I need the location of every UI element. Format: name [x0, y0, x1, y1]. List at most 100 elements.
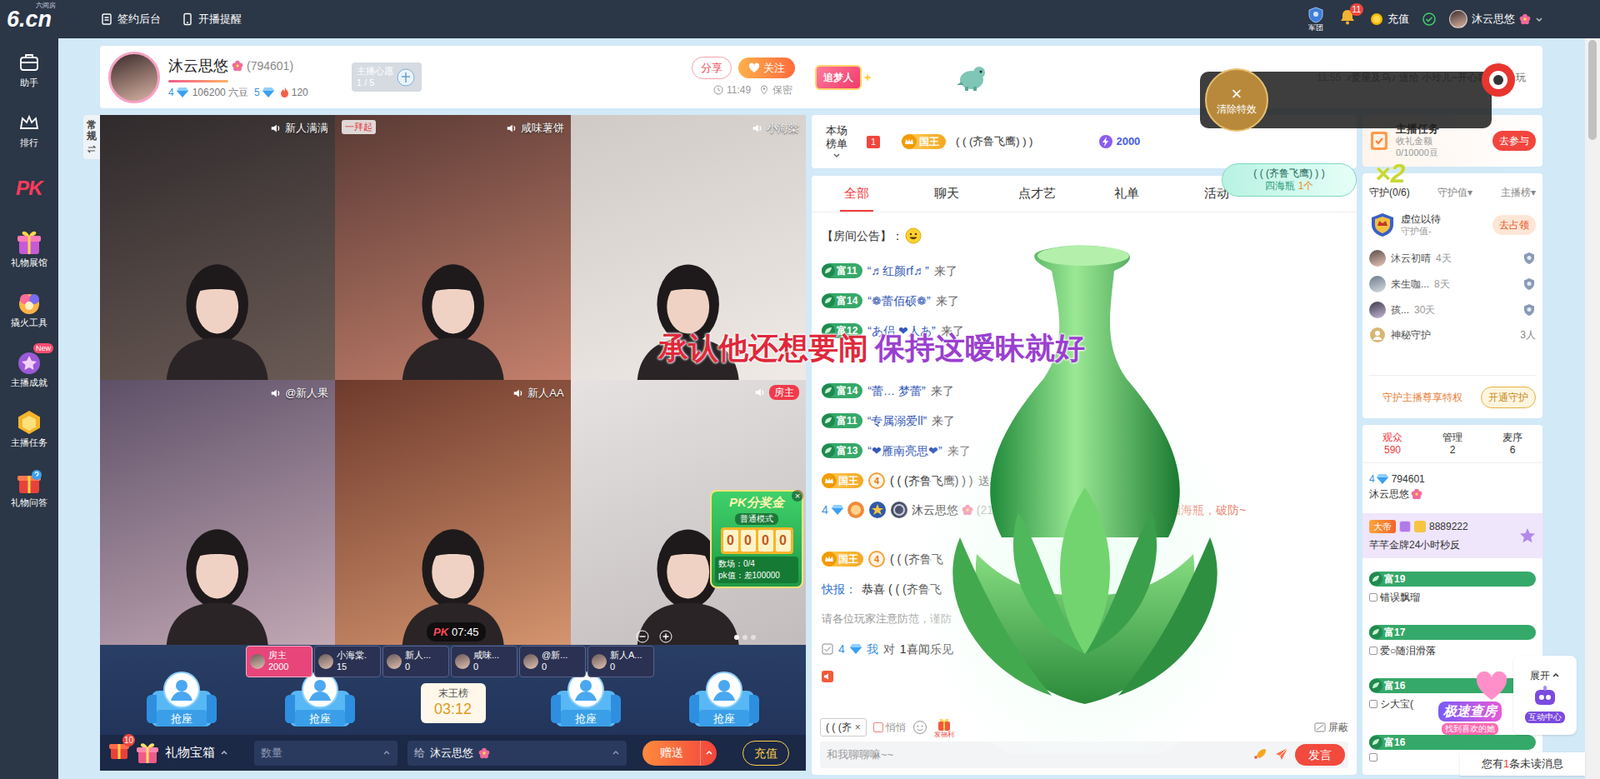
- message-user[interactable]: ( ( (齐鲁飞鹰) ) ): [890, 472, 974, 490]
- sidebar-item[interactable]: PK: [0, 161, 59, 215]
- quiet-label[interactable]: 悄悄: [885, 720, 906, 735]
- anchor-avatar[interactable]: [108, 51, 160, 104]
- sidebar-item[interactable]: 主播成就New: [0, 341, 59, 395]
- video-tile[interactable]: 小海棠: [570, 115, 806, 380]
- sidebar-label[interactable]: 主播成就: [10, 378, 48, 388]
- user-avatar[interactable]: [1449, 10, 1468, 29]
- mystery-guard[interactable]: 神秘守护3人: [1369, 322, 1536, 348]
- legion-button[interactable]: 军团: [1306, 6, 1325, 32]
- message-user[interactable]: “❤雁南亮思❤”: [867, 442, 942, 460]
- chat-tab-label[interactable]: 活动: [1204, 184, 1230, 204]
- gift-box-button[interactable]: 10: [108, 739, 130, 767]
- seat[interactable]: 抢座: [685, 670, 763, 730]
- pager-dot[interactable]: [734, 635, 740, 640]
- logo-text[interactable]: 6.cn: [6, 8, 52, 31]
- sidebar-label[interactable]: 主播任务: [10, 438, 48, 448]
- sidebar-item[interactable]: 礼物展馆: [0, 221, 59, 275]
- audience-tab[interactable]: 观众590: [1362, 425, 1423, 463]
- mode-tab[interactable]: 常规: [83, 115, 100, 160]
- follow-label[interactable]: 关注: [763, 60, 785, 77]
- join-task-button[interactable]: 去参与: [1492, 130, 1536, 151]
- seat-label[interactable]: 抢座: [143, 710, 220, 728]
- logo-subtitle[interactable]: 六间房: [35, 2, 56, 10]
- pk-prize-close[interactable]: ×: [791, 490, 804, 502]
- message-user[interactable]: “♬红颜rf♬”: [867, 262, 930, 280]
- recharge-label[interactable]: 充值: [1387, 10, 1410, 28]
- pager-dot[interactable]: [742, 635, 748, 640]
- sidebar-item[interactable]: 主播任务: [0, 401, 59, 455]
- guard-tab[interactable]: 守护值▾: [1437, 185, 1473, 200]
- message-user[interactable]: 我: [866, 640, 879, 659]
- chat-tab[interactable]: 礼单: [1081, 175, 1172, 212]
- last-rank[interactable]: 末王榜03:12: [420, 683, 486, 724]
- scrollbar-thumb[interactable]: [1588, 40, 1597, 140]
- audience-user[interactable]: 富19错误飘瑠: [1362, 561, 1543, 615]
- video-tile[interactable]: 新人满满: [100, 115, 335, 380]
- audience-tab-label[interactable]: 管理: [1442, 431, 1463, 445]
- sidebar-item[interactable]: 礼物问答: [0, 461, 59, 515]
- gift-box[interactable]: 10礼物宝箱: [108, 739, 240, 767]
- message-user[interactable]: 沐云思悠: [911, 501, 959, 519]
- expand-toggle[interactable]: 展开: [1530, 668, 1560, 684]
- interaction-label[interactable]: 互动中心: [1525, 711, 1565, 724]
- seat[interactable]: 抢座: [143, 670, 220, 730]
- quick-room-title[interactable]: 极速查房: [1438, 701, 1502, 722]
- seat-label[interactable]: 抢座: [685, 710, 763, 728]
- seat-label[interactable]: 抢座: [547, 710, 625, 728]
- anchor-name[interactable]: 沐云思悠: [168, 55, 229, 78]
- pk-logo-label[interactable]: PK: [15, 178, 43, 199]
- user-name[interactable]: 错误飘瑠: [1380, 590, 1420, 605]
- occupy-button[interactable]: 去占领: [1492, 215, 1536, 235]
- welfare-label[interactable]: 发福利: [934, 731, 955, 739]
- share-button[interactable]: 分享: [691, 56, 732, 80]
- user-name[interactable]: シ大宝(: [1380, 696, 1414, 712]
- seat-label[interactable]: 抢座: [281, 710, 359, 728]
- target-chip[interactable]: ( ( (齐×: [820, 718, 867, 737]
- audience-tab[interactable]: 管理2: [1422, 425, 1483, 463]
- guard-tab[interactable]: 守护(0/6): [1369, 185, 1410, 200]
- audience-tab-label[interactable]: 麦序: [1502, 431, 1523, 445]
- quantity-input[interactable]: [260, 745, 383, 762]
- audience-tab[interactable]: 麦序6: [1482, 425, 1543, 463]
- video-tile[interactable]: 新人AA: [335, 380, 570, 645]
- video-tile[interactable]: 咸味薯饼一拜起: [335, 115, 570, 380]
- guard-member[interactable]: 孩...30天: [1369, 296, 1536, 323]
- dream-badge[interactable]: 追梦人: [815, 65, 872, 90]
- chat-input[interactable]: [826, 746, 1247, 764]
- message-user[interactable]: “あ侣 ❤人あ”: [867, 322, 935, 340]
- pk-score-item[interactable]: 咸味...0: [450, 645, 518, 678]
- chat-tab-label[interactable]: 全部: [844, 184, 870, 204]
- send-button[interactable]: 赠送: [642, 740, 717, 766]
- mode-tab-label[interactable]: 常规: [86, 120, 97, 142]
- expand-label[interactable]: 展开: [1530, 668, 1550, 684]
- sidebar-label[interactable]: 助手: [20, 78, 39, 88]
- sidebar-label[interactable]: 撬火工具: [10, 318, 48, 328]
- sidebar-item[interactable]: 撬火工具: [0, 281, 59, 335]
- anchor-wish[interactable]: 主播心愿1 / 5: [351, 62, 422, 93]
- video-tile[interactable]: @新人果: [100, 380, 335, 645]
- top-link[interactable]: 签约后台: [100, 10, 161, 28]
- welfare-button[interactable]: 发福利: [934, 716, 955, 739]
- open-guard-button[interactable]: 开通守护: [1480, 386, 1536, 409]
- notification-bell[interactable]: 11: [1338, 7, 1357, 32]
- top-link-label[interactable]: 开播提醒: [198, 10, 242, 28]
- message-user[interactable]: ( ( (齐鲁飞: [890, 550, 944, 569]
- site-logo[interactable]: 6.cn六间房: [0, 0, 59, 39]
- recipient-field[interactable]: 给沐云思悠: [407, 740, 627, 766]
- pk-prize-widget[interactable]: ×PK分奖金普通模式0000数场：0/4pk值：差100000: [710, 490, 804, 589]
- recharge-button[interactable]: 充值: [742, 740, 790, 766]
- recharge-link[interactable]: 充值: [1370, 10, 1410, 28]
- ranking-user[interactable]: ( ( (齐鲁飞鹰) ) ): [955, 133, 1033, 150]
- recipient-name[interactable]: 沐云思悠: [430, 745, 474, 762]
- audience-user[interactable]: 4794601沐云思悠: [1362, 463, 1543, 510]
- seat[interactable]: 抢座: [547, 670, 625, 730]
- pk-score-item[interactable]: 新人A...0: [587, 645, 655, 678]
- clear-effect-button[interactable]: ×清除特效: [1205, 68, 1269, 132]
- quiet-toggle[interactable]: 悄悄: [873, 720, 906, 735]
- ranking-label[interactable]: 本场榜单: [823, 124, 850, 152]
- seat[interactable]: 抢座: [281, 670, 359, 730]
- sidebar-label[interactable]: 礼物展馆: [10, 258, 48, 268]
- sidebar-label[interactable]: 排行: [20, 138, 39, 148]
- pk-score-item[interactable]: @新...0: [519, 645, 586, 678]
- chat-tab[interactable]: 全部: [811, 175, 902, 212]
